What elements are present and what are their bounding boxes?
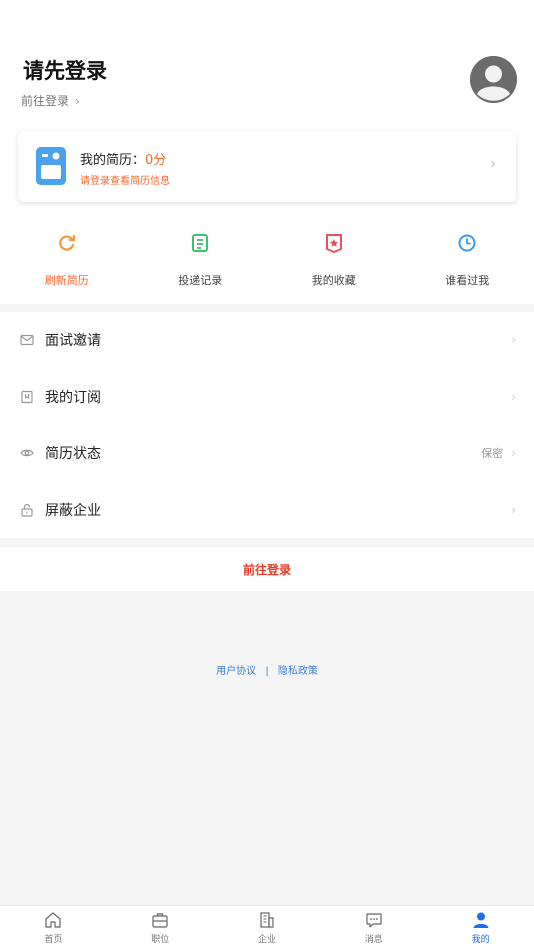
resume-subtitle: 请登录查看简历信息 [80, 176, 170, 187]
resume-card[interactable]: 我的简历：0分 请登录查看简历信息 › [18, 131, 516, 202]
refresh-icon [58, 234, 75, 251]
profile-header: 请先登录 前往登录 › 我的简历：0分 请登录查看简历信息 › 刷新简历 投递记… [0, 0, 534, 304]
user-avatar-icon[interactable] [470, 56, 517, 103]
quick-who-viewed-me[interactable]: 谁看过我 [401, 232, 534, 292]
login-prompt-title[interactable]: 请先登录 [23, 55, 107, 85]
person-icon [473, 912, 489, 928]
tab-messages[interactable]: 消息 [320, 906, 427, 950]
chevron-right-icon: › [511, 446, 516, 461]
building-icon [260, 912, 274, 928]
user-agreement-link[interactable]: 用户协议 [216, 666, 256, 677]
privacy-policy-link[interactable]: 隐私政策 [278, 666, 318, 677]
tab-label: 企业 [257, 935, 276, 945]
tab-label: 消息 [364, 935, 383, 945]
quick-refresh-resume[interactable]: 刷新简历 [0, 232, 134, 292]
settings-menu: 面试邀请 › 我的订阅 › 简历状态 保密 › 屏蔽企业 › [0, 312, 534, 538]
resume-score: 0分 [145, 153, 167, 168]
quick-label: 投递记录 [178, 274, 223, 287]
chevron-right-icon: › [75, 93, 80, 108]
resume-icon [36, 147, 66, 185]
menu-item-block-companies[interactable]: 屏蔽企业 › [0, 482, 534, 539]
tab-label: 职位 [151, 935, 170, 945]
menu-item-my-subscriptions[interactable]: 我的订阅 › [0, 369, 534, 426]
menu-item-interview-invites[interactable]: 面试邀请 › [0, 312, 534, 369]
favorite-icon [325, 234, 342, 253]
menu-label: 屏蔽企业 [45, 502, 101, 519]
tab-label: 我的 [471, 935, 490, 945]
quick-delivery-records[interactable]: 投递记录 [134, 232, 268, 292]
home-icon [45, 912, 61, 928]
quick-label: 我的收藏 [311, 274, 356, 287]
briefcase-icon [152, 913, 168, 928]
menu-label: 我的订阅 [45, 389, 101, 406]
document-icon [192, 234, 209, 252]
bottom-tab-bar: 首页 职位 企业 消息 我的 [0, 905, 534, 950]
chevron-right-icon: › [511, 333, 516, 348]
mail-icon [20, 335, 34, 346]
resume-title: 我的简历：0分 [80, 149, 166, 168]
chevron-right-icon: › [511, 389, 516, 404]
quick-my-favorites[interactable]: 我的收藏 [267, 232, 401, 292]
goto-login-button[interactable]: 前往登录 [0, 547, 534, 591]
resume-status-value: 保密 [481, 447, 504, 461]
goto-login-link[interactable]: 前往登录 › [21, 92, 80, 109]
message-icon [366, 913, 382, 928]
clock-icon [458, 234, 476, 252]
policy-separator: | [265, 666, 269, 677]
tab-mine[interactable]: 我的 [427, 906, 534, 950]
chevron-right-icon: › [490, 156, 496, 172]
quick-actions: 刷新简历 投递记录 我的收藏 谁看过我 [0, 232, 534, 292]
eye-icon [20, 450, 34, 457]
quick-label: 刷新简历 [44, 274, 89, 287]
menu-label: 面试邀请 [45, 333, 101, 350]
menu-label: 简历状态 [45, 446, 101, 463]
goto-login-label: 前往登录 [21, 94, 70, 108]
chevron-right-icon: › [511, 502, 516, 517]
tab-label: 首页 [44, 935, 63, 945]
menu-item-resume-status[interactable]: 简历状态 保密 › [0, 425, 534, 482]
tab-jobs[interactable]: 职位 [107, 906, 214, 950]
lock-icon [21, 503, 33, 517]
quick-label: 谁看过我 [445, 274, 490, 287]
policy-links: 用户协议 | 隐私政策 [0, 662, 534, 677]
bookmark-icon [21, 390, 33, 403]
tab-home[interactable]: 首页 [0, 906, 107, 950]
resume-label: 我的简历： [80, 153, 146, 168]
tab-companies[interactable]: 企业 [214, 906, 321, 950]
